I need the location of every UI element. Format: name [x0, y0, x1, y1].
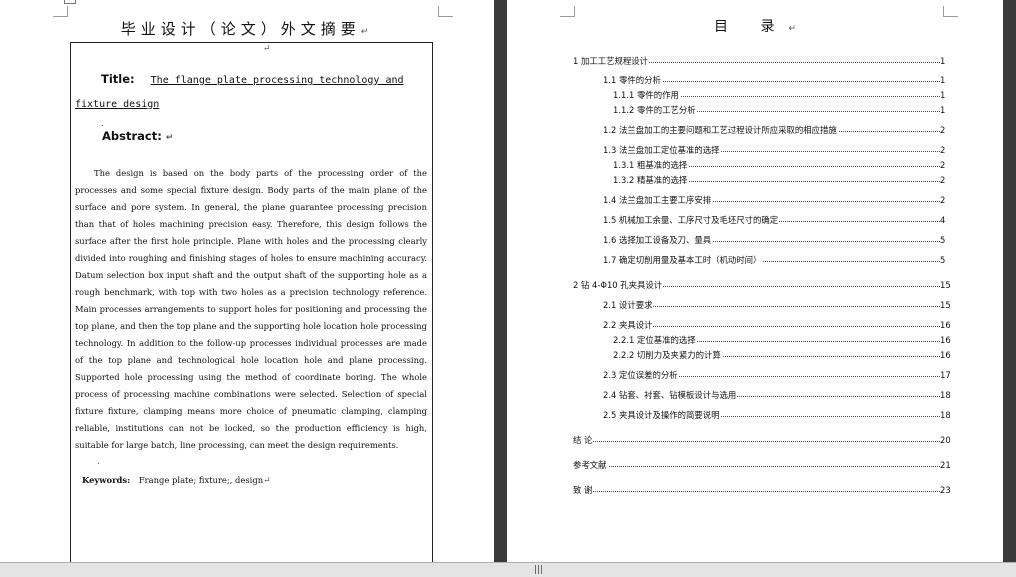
toc-entry-page: 15	[940, 299, 956, 311]
toc-entry-page: 5	[940, 234, 956, 246]
toc-entry-page: 2	[940, 144, 956, 156]
toc-entry-page: 23	[940, 484, 956, 496]
title-line-1: The flange plate processing technology a…	[150, 75, 404, 86]
toc-entry[interactable]: 1.3 法兰盘加工定位基准的选择 2	[507, 144, 1003, 156]
toc-entry-title: 1.6 选择加工设备及刀、量具	[603, 234, 713, 246]
abstract-page: 毕业设计（论文）外文摘要↵ ↵ Title: The flange plate …	[0, 0, 494, 562]
abstract-label-wrap: Abstract: ↵	[102, 129, 174, 143]
page-gutter	[494, 0, 507, 562]
toc-entry-page: 1	[940, 55, 956, 67]
page-header-title: 毕业设计（论文）外文摘要↵	[120, 20, 374, 38]
toc-entry[interactable]: 1.2 法兰盘加工的主要问题和工艺过程设计所应采取的相应措施 2	[507, 124, 1003, 136]
toc-entry-title: 1.3.2 精基准的选择	[613, 174, 689, 186]
keywords-label: Keywords:	[82, 475, 131, 485]
toc-entry-title: 2.2 夹具设计	[603, 319, 654, 331]
toc-entry-page: 1	[940, 89, 956, 101]
toc-entry-page: 20	[940, 434, 956, 446]
toc-entry[interactable]: 2.2.2 切削力及夹紧力的计算 16	[507, 349, 1003, 361]
toc-entry[interactable]: 致 谢 23	[507, 484, 1003, 496]
abstract-heading: 毕业设计（论文）外文摘要	[120, 20, 361, 38]
toc-entry[interactable]: 1.4 法兰盘加工主要工序安排 2	[507, 194, 1003, 206]
toc-entry[interactable]: 结 论 20	[507, 434, 1003, 446]
toc-entry-title: 1.2 法兰盘加工的主要问题和工艺过程设计所应采取的相应措施	[603, 124, 838, 136]
toc-entry-title: 2.2.2 切削力及夹紧力的计算	[613, 349, 722, 361]
toc-entry[interactable]: 参考文献 21	[507, 459, 1003, 471]
toc-entry-title: 1.1.2 零件的工艺分析	[613, 104, 697, 116]
toc-entry[interactable]: 1 加工工艺规程设计 1	[507, 55, 1003, 67]
keywords-value: Frange plate; fixture;, design	[138, 475, 264, 485]
toc-entry-title: 1.5 机械加工余量、工序尺寸及毛坯尺寸的确定	[603, 214, 780, 226]
toc-entry-page: 4	[940, 214, 956, 226]
toc-entry[interactable]: 1.1 零件的分析 1	[507, 74, 1003, 86]
page-top-marker	[64, 0, 76, 4]
toc-entry-title: 2.1 设计要求	[603, 299, 654, 311]
toc-entry-title: 1.7 确定切削用量及基本工时（机动时间）	[603, 254, 763, 266]
toc-entry-title: 1 加工工艺规程设计	[573, 55, 649, 67]
toc-entry[interactable]: 2.2.1 定位基准的选择 16	[507, 334, 1003, 346]
toc-entry-page: 18	[940, 389, 956, 401]
toc-entry[interactable]: 1.3.1 粗基准的选择 2	[507, 159, 1003, 171]
toc-entry[interactable]: 2.4 钻套、衬套、钻模板设计与选用 18	[507, 389, 1003, 401]
toc-entry-page: 5	[940, 254, 956, 266]
toc-entry[interactable]: 1.5 机械加工余量、工序尺寸及毛坯尺寸的确定 4	[507, 214, 1003, 226]
abstract-body: The design is based on the body parts of…	[75, 168, 427, 450]
toc-entry-title: 1.3 法兰盘加工定位基准的选择	[603, 144, 721, 156]
toc-entry-title: 1.4 法兰盘加工主要工序安排	[603, 194, 713, 206]
toc-entry-page: 16	[940, 319, 956, 331]
toc-entry-page: 16	[940, 349, 956, 361]
toc-entry[interactable]: 1.7 确定切削用量及基本工时（机动时间） 5	[507, 254, 1003, 266]
toc-leader-dots	[603, 306, 940, 307]
toc-entry-title: 1.1.1 零件的作用	[613, 89, 680, 101]
toc-entry-page: 2	[940, 174, 956, 186]
crop-mark-top-left	[53, 6, 68, 17]
toc-entry-page: 21	[940, 459, 956, 471]
toc-entry-title: 1.3.1 粗基准的选择	[613, 159, 689, 171]
keywords-line: Keywords: Frange plate; fixture;, design…	[82, 475, 271, 486]
toc-entry-title: 2.4 钻套、衬套、钻模板设计与选用	[603, 389, 738, 401]
toc-entry-title: 2 钻 4-Φ10 孔夹具设计	[573, 279, 664, 291]
toc-entry-page: 2	[940, 159, 956, 171]
toc-heading: 目 录↵	[714, 19, 796, 35]
toc-entry[interactable]: 2.3 定位误差的分析 17	[507, 369, 1003, 381]
toc-entry-title: 致 谢	[573, 484, 594, 496]
toc-entry-page: 17	[940, 369, 956, 381]
scroll-grip-icon[interactable]: |||	[534, 565, 543, 575]
toc-entry-page: 16	[940, 334, 956, 346]
toc-entry-title: 2.5 夹具设计及操作的简要说明	[603, 409, 721, 421]
toc-entry-title: 结 论	[573, 434, 594, 446]
toc-page: 目 录↵ 1 加工工艺规程设计 1 1.1 零件的分析 1 1.1.1 零件的作用 1 1.…	[507, 0, 1003, 562]
english-title: Title: The flange plate processing techn…	[75, 67, 427, 117]
title-line-2: fixture design	[75, 99, 160, 110]
toc-entry-page: 2	[940, 124, 956, 136]
toc-entry-title: 2.2.1 定位基准的选择	[613, 334, 697, 346]
toc-entry[interactable]: 2.1 设计要求 15	[507, 299, 1003, 311]
toc-entry-page: 1	[940, 74, 956, 86]
abstract-label: Abstract:	[102, 129, 162, 143]
toc-entry-title: 2.3 定位误差的分析	[603, 369, 679, 381]
toc-entry[interactable]: 2.5 夹具设计及操作的简要说明 18	[507, 409, 1003, 421]
toc-title: 目 录	[714, 19, 789, 35]
crop-mark-top-right	[438, 6, 453, 17]
toc-entry-page: 15	[940, 279, 956, 291]
toc-entry-page: 2	[940, 194, 956, 206]
toc-entry-page: 18	[940, 409, 956, 421]
toc-entry[interactable]: 1.3.2 精基准的选择 2	[507, 174, 1003, 186]
toc-entry-title: 1.1 零件的分析	[603, 74, 662, 86]
toc-entry[interactable]: 1.6 选择加工设备及刀、量具 5	[507, 234, 1003, 246]
toc-entry-title: 参考文献	[573, 459, 608, 471]
horizontal-scrollbar[interactable]: |||	[0, 562, 1016, 577]
toc-entry[interactable]: 2 钻 4-Φ10 孔夹具设计 15	[507, 279, 1003, 291]
toc-entry-page: 1	[940, 104, 956, 116]
toc-leader-dots	[603, 326, 940, 327]
toc-leader-dots	[573, 441, 940, 442]
toc-entry[interactable]: 1.1.2 零件的工艺分析 1	[507, 104, 1003, 116]
toc-entry[interactable]: 2.2 夹具设计 16	[507, 319, 1003, 331]
toc-leader-dots	[573, 466, 940, 467]
toc-entry[interactable]: 1.1.1 零件的作用 1	[507, 89, 1003, 101]
abstract-frame: ↵ Title: The flange plate processing tec…	[70, 42, 433, 562]
title-label: Title:	[101, 72, 135, 86]
toc-leader-dots	[573, 491, 940, 492]
right-gutter	[1003, 0, 1016, 562]
